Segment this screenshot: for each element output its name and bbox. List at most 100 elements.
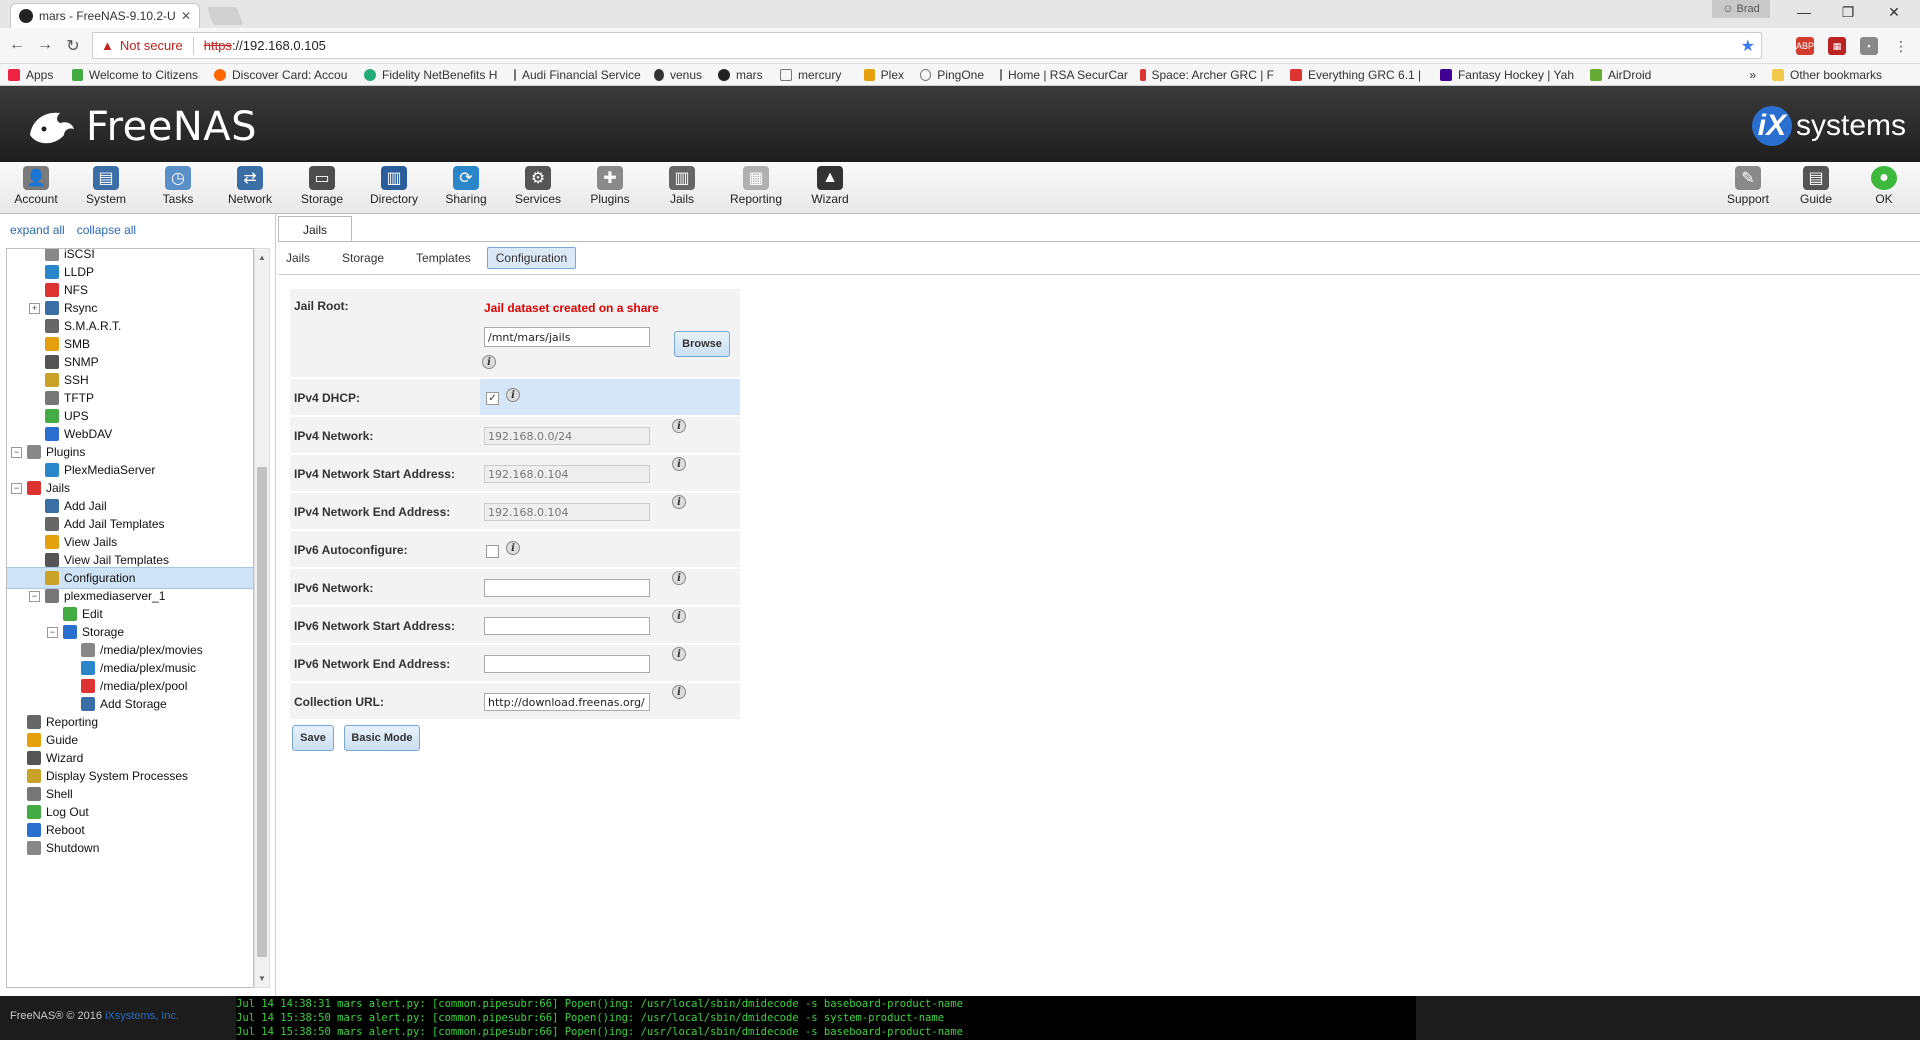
ipv4-dhcp-info-icon[interactable]: i [506,388,520,402]
bookmark-item[interactable]: Fidelity NetBenefits H [356,68,506,82]
console-log[interactable]: Jul 14 14:38:31 mars alert.py: [common.p… [236,996,1416,1040]
basic-mode-button[interactable]: Basic Mode [344,725,420,751]
new-tab-button[interactable] [206,7,244,25]
freenas-logo[interactable]: FreeNAS [26,104,257,150]
toolbar-system-button[interactable]: ▤ System [70,166,142,206]
collection-url-input[interactable] [484,693,650,711]
ipv6-autoconfigure-checkbox[interactable] [486,545,499,558]
adblock-icon[interactable]: ABP [1796,37,1814,55]
browser-tab[interactable]: mars - FreeNAS-9.10.2-U ✕ [10,3,200,28]
toolbar-support-button[interactable]: ✎ Support [1712,166,1784,206]
tree-node-icon [45,517,59,531]
toolbar-jails-button[interactable]: ▥ Jails [646,166,718,206]
toolbar-directory-button[interactable]: ▥ Directory [358,166,430,206]
company-link[interactable]: iXsystems, Inc. [105,1010,179,1022]
jail-root-input[interactable] [484,327,650,347]
ixsystems-logo[interactable]: iX systems [1751,106,1906,146]
bookmark-item[interactable]: AirDroid [1582,68,1672,82]
collection-url-info-icon[interactable]: i [672,685,686,699]
collapse-icon[interactable]: − [29,590,40,602]
security-label[interactable]: Not secure [120,38,183,53]
toolbar-network-button[interactable]: ⇄ Network [214,166,286,206]
bookmark-item[interactable]: Audi Financial Service [506,68,646,82]
ipv6-end-info-icon[interactable]: i [672,647,686,661]
expand-icon[interactable]: + [29,302,40,314]
bookmark-star-icon[interactable]: ★ [1741,36,1755,56]
toolbar-guide-button[interactable]: ▤ Guide [1780,166,1852,206]
jail-root-info-icon[interactable]: i [482,355,496,369]
collapse-icon[interactable]: − [11,482,22,494]
bookmark-item[interactable]: Welcome to Citizens [64,68,206,82]
minimize-icon[interactable]: — [1784,4,1824,20]
toolbar-plugins-button[interactable]: ✚ Plugins [574,166,646,206]
tab-jails[interactable]: Jails [278,216,352,242]
bookmark-item[interactable]: Fantasy Hockey | Yah [1432,68,1582,82]
bookmark-apps[interactable]: Apps [0,68,64,82]
ipv4-network-input[interactable] [484,427,650,445]
tree-scrollbar[interactable]: ▲ ▼ [254,248,270,988]
subtab-templates[interactable]: Templates [408,248,479,268]
toolbar-account-button[interactable]: 👤 Account [0,166,72,206]
bookmark-item[interactable]: mercury [772,68,856,82]
ipv4-end-input[interactable] [484,503,650,521]
bookmark-item[interactable]: Everything GRC 6.1 | [1282,68,1432,82]
profile-button[interactable]: ☺ Brad [1712,0,1770,18]
collapse-all-link[interactable]: collapse all [77,223,136,237]
toolbar-services-button[interactable]: ⚙ Services [502,166,574,206]
bookmark-item[interactable]: Discover Card: Accou [206,68,356,82]
other-bookmarks-folder[interactable]: Other bookmarks [1764,68,1894,82]
address-bar-row: ← → ↻ ▲ Not secure https://192.168.0.105… [0,28,1920,64]
subtab-configuration[interactable]: Configuration [486,247,577,269]
expand-all-link[interactable]: expand all [10,223,65,237]
ipv6-start-info-icon[interactable]: i [672,609,686,623]
toolbar-sharing-button[interactable]: ⟳ Sharing [430,166,502,206]
ipv6-network-info-icon[interactable]: i [672,571,686,585]
bookmark-item[interactable]: mars [710,68,772,82]
extension-2-icon[interactable]: ▪ [1860,37,1878,55]
subtab-storage[interactable]: Storage [334,248,392,268]
bookmark-item[interactable]: PingOne [912,68,992,82]
scroll-up-icon[interactable]: ▲ [258,253,266,262]
tree-item[interactable]: Shutdown [7,837,99,859]
bookmark-item[interactable]: venus [646,68,710,82]
toolbar-wizard-button[interactable]: ▲ Wizard [794,166,866,206]
bookmark-item[interactable]: Home | RSA SecurCar [992,68,1132,82]
bookmark-label: Everything GRC 6.1 | [1308,67,1422,82]
toolbar-alert-ok-button[interactable]: ● OK [1848,166,1920,206]
ipv6-end-input[interactable] [484,655,650,673]
bookmarks-overflow-button[interactable]: » [1672,68,1764,82]
ipv6-auto-info-icon[interactable]: i [506,541,520,555]
forward-icon[interactable]: → [34,36,56,54]
url-input[interactable]: ▲ Not secure https://192.168.0.105 ★ [92,32,1762,59]
extension-icon[interactable]: ▦ [1828,37,1846,55]
close-tab-icon[interactable]: ✕ [181,9,191,23]
back-icon[interactable]: ← [6,36,28,54]
collapse-icon[interactable]: − [11,446,22,458]
browse-button[interactable]: Browse [674,331,730,357]
menu-icon[interactable]: ⋮ [1892,37,1910,55]
scrollbar-thumb[interactable] [257,467,267,957]
reload-icon[interactable]: ↻ [62,36,84,56]
ipv4-start-input[interactable] [484,465,650,483]
restore-icon[interactable]: ❐ [1828,4,1868,21]
scroll-down-icon[interactable]: ▼ [258,974,266,983]
toolbar-storage-button[interactable]: ▭ Storage [286,166,358,206]
ipv6-auto-label: IPv6 Autoconfigure: [294,543,408,557]
toolbar-reporting-button[interactable]: ▦ Reporting [720,166,792,206]
bookmark-item[interactable]: Space: Archer GRC | F [1132,68,1282,82]
collapse-icon[interactable]: − [47,626,58,638]
ipv4-end-info-icon[interactable]: i [672,495,686,509]
storage-disk-icon: ▭ [309,166,335,190]
bookmark-item[interactable]: Plex [856,68,912,82]
ipv4-dhcp-checkbox[interactable]: ✓ [486,392,499,405]
ipv4-network-info-icon[interactable]: i [672,419,686,433]
services-gear-icon: ⚙ [525,166,551,190]
subtab-jails[interactable]: Jails [278,248,318,268]
tree-node-icon [45,249,59,261]
ipv6-start-input[interactable] [484,617,650,635]
toolbar-tasks-button[interactable]: ◷ Tasks [142,166,214,206]
close-window-icon[interactable]: ✕ [1874,4,1914,21]
ipv4-start-info-icon[interactable]: i [672,457,686,471]
ipv6-network-input[interactable] [484,579,650,597]
save-button[interactable]: Save [292,725,334,751]
